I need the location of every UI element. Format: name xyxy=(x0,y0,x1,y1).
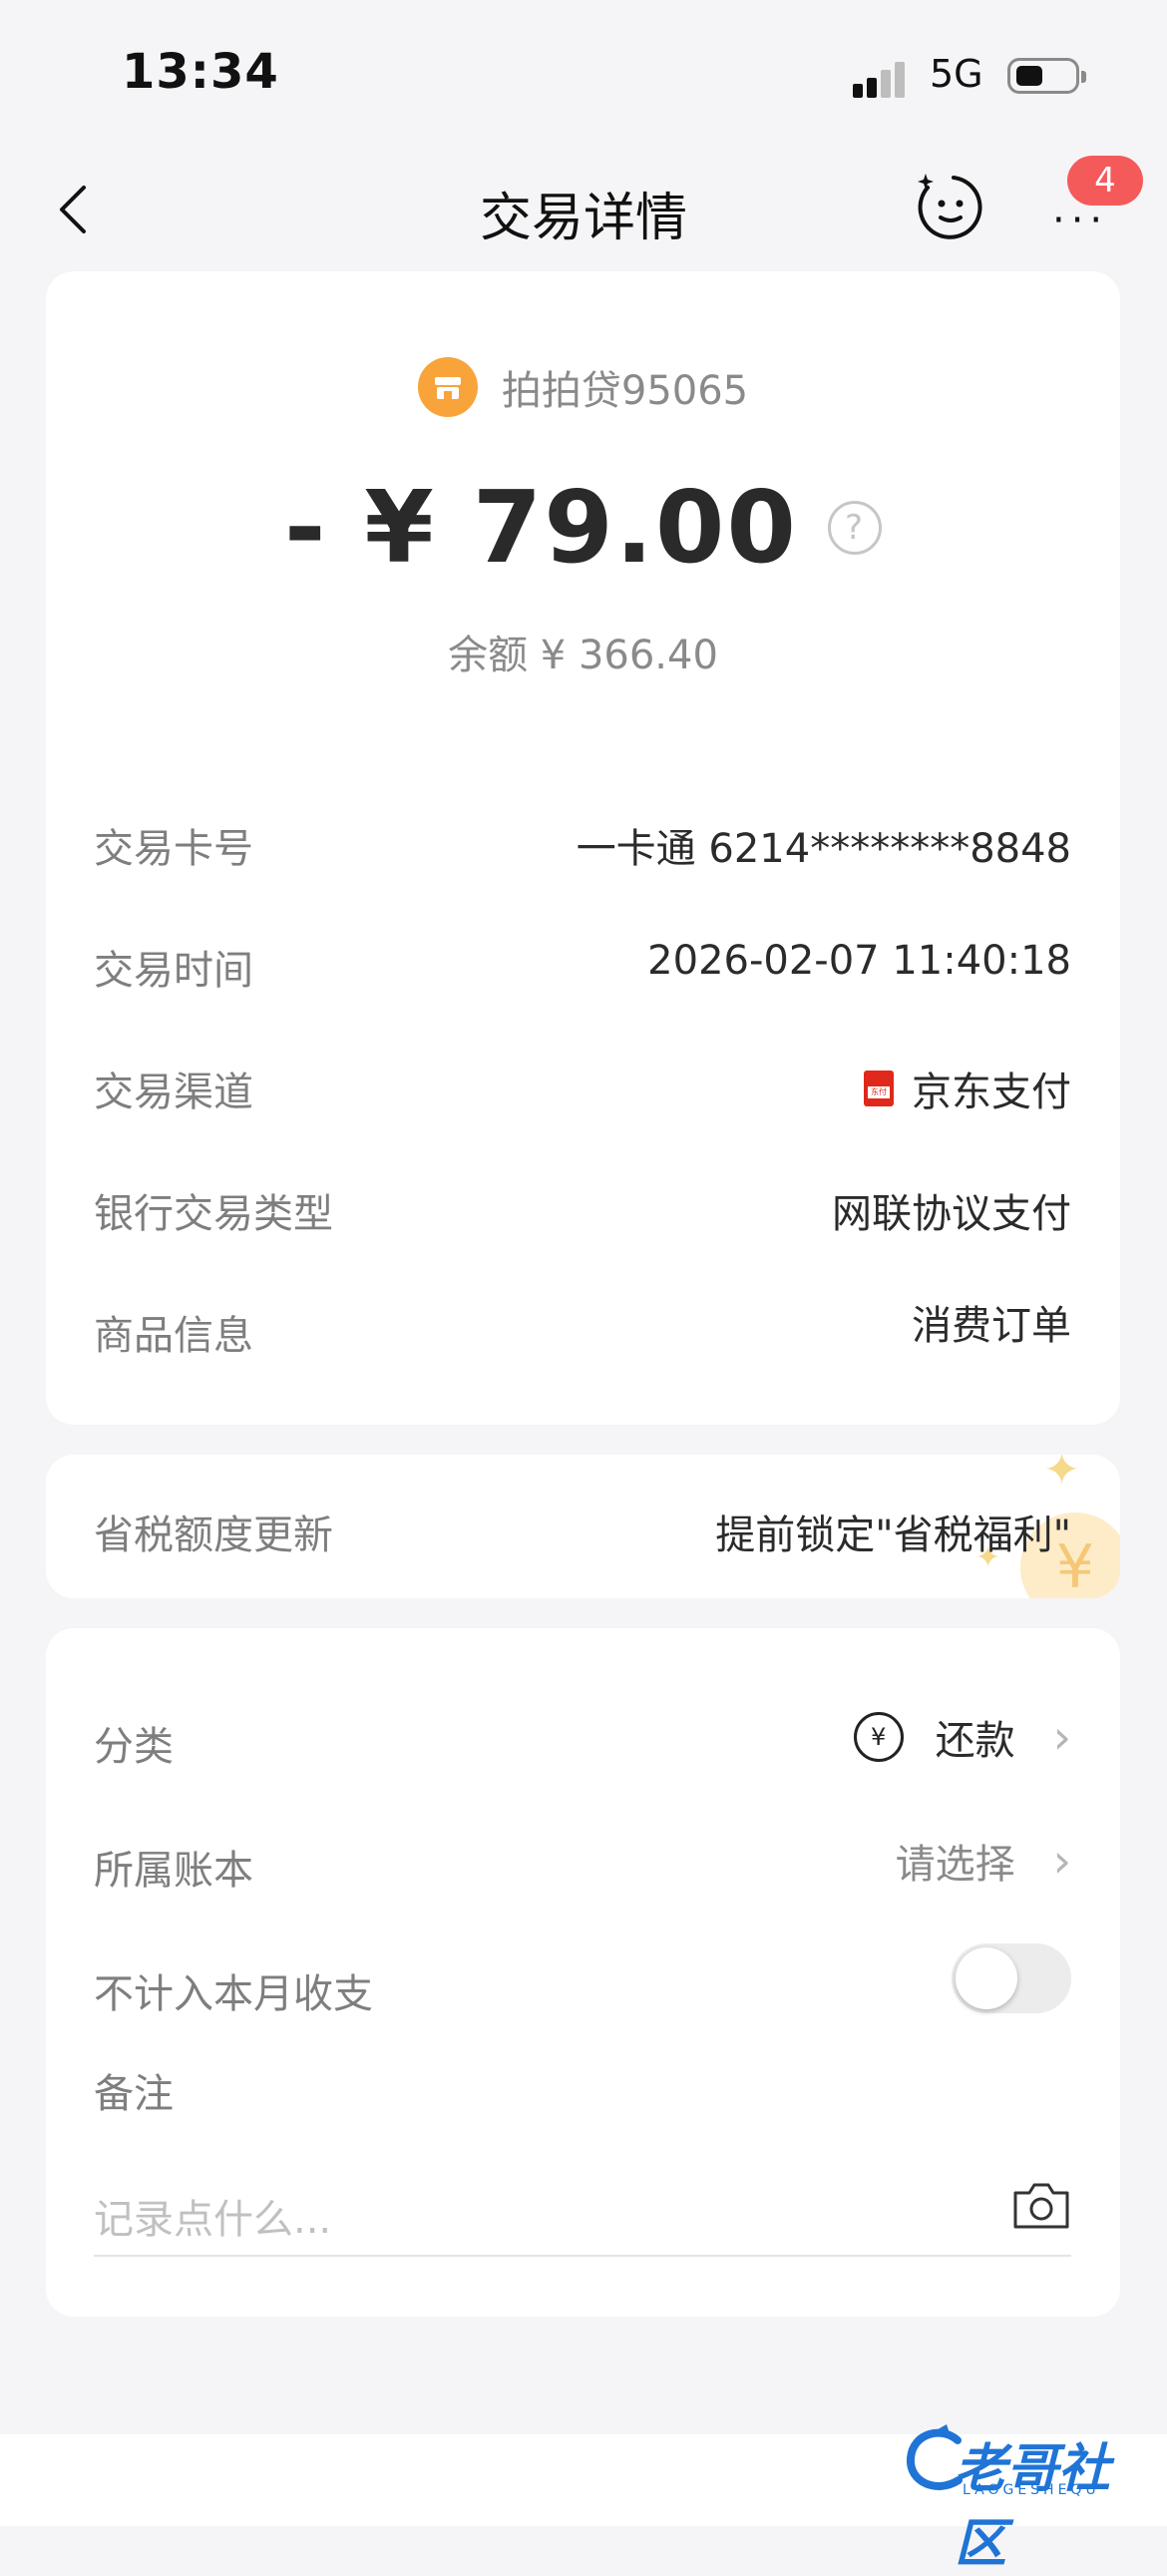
exclude-month-row: 不计入本月收支 xyxy=(94,1939,1071,2019)
chevron-right-icon: › xyxy=(1052,1710,1071,1764)
category-row[interactable]: 分类 ¥ 还款 › xyxy=(94,1692,1071,1772)
detail-value: 京东支付 xyxy=(912,1070,1071,1115)
watermark-sub: LAOGESHEQU xyxy=(963,2482,1100,2498)
note-placeholder: 记录点什么... xyxy=(94,2197,332,2243)
detail-label: 银行交易类型 xyxy=(94,1191,333,1237)
assistant-button[interactable] xyxy=(914,172,985,243)
more-icon: ··· xyxy=(1052,198,1109,243)
store-icon xyxy=(417,357,478,417)
detail-row-channel: 交易渠道 东付 京东支付 xyxy=(94,1044,1071,1123)
amount-line: - ¥ 79.00 ? xyxy=(46,469,1120,586)
camera-icon xyxy=(1013,2183,1069,2229)
account-book-row[interactable]: 所属账本 请选择 › xyxy=(94,1816,1071,1896)
detail-label: 交易渠道 xyxy=(94,1070,253,1115)
category-value: 还款 xyxy=(935,1718,1015,1764)
camera-button[interactable] xyxy=(1011,2181,1071,2231)
tax-value: 提前锁定"省税福利" xyxy=(715,1512,1071,1558)
detail-label: 交易卡号 xyxy=(94,826,253,872)
repayment-icon: ¥ xyxy=(853,1712,904,1762)
detail-row-bank-type: 银行交易类型 网联协议支付 xyxy=(94,1165,1071,1245)
detail-row-card-number: 交易卡号 一卡通 6214********8848 xyxy=(94,800,1071,880)
detail-value: 2026-02-07 11:40:18 xyxy=(647,938,1071,984)
detail-row-product: 商品信息 消费订单 xyxy=(94,1287,1071,1367)
chevron-right-icon: › xyxy=(1052,1834,1071,1888)
note-input[interactable]: 记录点什么... xyxy=(94,2167,1071,2257)
category-label: 分类 xyxy=(94,1724,174,1770)
detail-value: 一卡通 6214********8848 xyxy=(576,826,1071,872)
nav-bar: 交易详情 ··· xyxy=(0,150,1167,259)
tax-row: 省税额度更新 提前锁定"省税福利" xyxy=(94,1487,1071,1566)
exclude-month-toggle[interactable] xyxy=(952,1943,1071,2013)
transaction-amount: - ¥ 79.00 xyxy=(283,469,799,586)
network-label: 5G xyxy=(930,52,983,96)
tax-label: 省税额度更新 xyxy=(94,1512,333,1558)
status-time: 13:34 xyxy=(122,44,279,100)
detail-value: 网联协议支付 xyxy=(832,1191,1071,1237)
watermark-text: 老哥社区 xyxy=(955,2439,1111,2574)
signal-icon xyxy=(853,58,913,98)
jd-pay-icon: 东付 xyxy=(864,1071,894,1106)
status-bar: 13:34 5G xyxy=(0,0,1167,140)
merchant-name: 拍拍贷95065 xyxy=(501,368,749,414)
tax-banner[interactable]: ¥ ✦ ✦ 省税额度更新 提前锁定"省税福利" xyxy=(46,1455,1120,1598)
note-label: 备注 xyxy=(94,2071,174,2117)
detail-value: 消费订单 xyxy=(912,1303,1071,1349)
settings-card: 分类 ¥ 还款 › 所属账本 请选择 › 不计入本月收支 备注 记录点什么... xyxy=(46,1628,1120,2317)
exclude-month-label: 不计入本月收支 xyxy=(94,1971,373,2017)
account-book-label: 所属账本 xyxy=(94,1848,253,1894)
page-title: 交易详情 xyxy=(479,189,687,248)
detail-row-time: 交易时间 2026-02-07 11:40:18 xyxy=(94,922,1071,1002)
account-book-value: 请选择 xyxy=(895,1842,1015,1888)
detail-label: 商品信息 xyxy=(94,1313,253,1359)
detail-label: 交易时间 xyxy=(94,948,253,994)
smiley-sparkle-icon xyxy=(918,174,982,239)
merchant-line: 拍拍贷95065 xyxy=(46,357,1120,427)
battery-icon xyxy=(1007,58,1086,94)
transaction-card: 拍拍贷95065 - ¥ 79.00 ? 余额 ¥ 366.40 交易卡号 一卡… xyxy=(46,271,1120,1425)
help-icon[interactable]: ? xyxy=(828,500,883,555)
watermark-logo: 老哥社区 LAOGESHEQU xyxy=(903,2412,1152,2574)
notification-badge: 4 xyxy=(1067,156,1143,206)
balance: 余额 ¥ 366.40 xyxy=(448,633,718,678)
note-row: 备注 xyxy=(94,2039,1071,2119)
